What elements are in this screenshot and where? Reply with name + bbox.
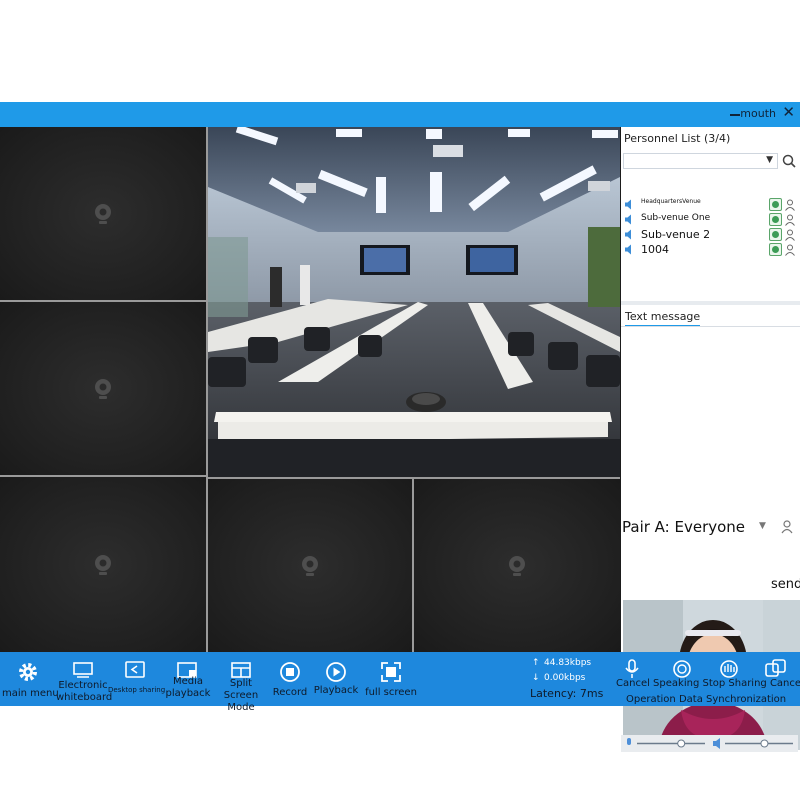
record-label: Record (272, 687, 308, 698)
video-tile-empty[interactable] (0, 477, 206, 652)
user-icon (781, 520, 793, 534)
stop-sharing-icon[interactable] (672, 659, 692, 679)
webcam-icon (95, 554, 111, 575)
window-title: mouth (740, 107, 776, 120)
personnel-name: Sub-venue 2 (641, 228, 711, 241)
download-arrow: ↓ (532, 673, 540, 683)
split-screen-label: Split Screen Mode (223, 678, 259, 713)
speaker-icon (625, 214, 631, 225)
title-bar: mouth ✕ (0, 102, 800, 127)
microphone-icon[interactable] (624, 659, 640, 679)
operation-sync-label[interactable]: Operation Data Synchronization (626, 694, 786, 705)
speaker-icon (625, 199, 631, 210)
personnel-row[interactable]: HeadquartersVenue (623, 198, 798, 212)
microphone-icon (627, 738, 631, 745)
personnel-name: 1004 (641, 243, 669, 256)
video-tile-empty[interactable] (0, 127, 206, 300)
bottom-toolbar: main menu Electronic whiteboard Desktop … (0, 652, 800, 713)
meeting-room-image (208, 127, 620, 477)
media-playback-button[interactable]: Media playback (163, 652, 213, 706)
play-icon (326, 662, 346, 682)
speaker-volume-slider[interactable] (760, 739, 769, 748)
speaker-icon (625, 244, 631, 255)
message-input[interactable] (621, 541, 800, 575)
latency-readout: Latency: 7ms (530, 687, 604, 700)
full-screen-label: full screen (365, 687, 417, 698)
playback-button[interactable]: Playback (313, 652, 359, 706)
side-panel: Personnel List (3/4) ▼ HeadquartersVenue… (621, 127, 800, 752)
record-icon (280, 662, 300, 682)
upload-arrow: ↑ (532, 658, 540, 668)
full-screen-icon (381, 662, 401, 682)
record-button[interactable]: Record (268, 652, 312, 706)
recipient-value: Pair A: Everyone (622, 518, 746, 536)
tab-text-message[interactable]: Text message (625, 310, 701, 327)
tab-divider (621, 326, 800, 327)
personnel-filter-select[interactable]: ▼ (623, 153, 778, 169)
full-screen-button[interactable]: full screen (364, 652, 418, 706)
user-icon (785, 229, 795, 241)
video-tile-empty[interactable] (208, 479, 412, 652)
personnel-row[interactable]: Sub-venue 2 (623, 228, 798, 242)
camera-status-icon[interactable] (769, 213, 782, 226)
webcam-icon (95, 378, 111, 399)
video-tile-empty[interactable] (414, 479, 620, 652)
whiteboard-label: Electronic whiteboard (56, 680, 113, 703)
whiteboard-icon (73, 662, 93, 678)
personnel-name: HeadquartersVenue (641, 198, 701, 205)
main-menu-button[interactable]: main menu (2, 652, 59, 706)
user-icon (785, 214, 795, 226)
speaker-icon (713, 738, 720, 749)
video-tile-empty[interactable] (0, 302, 206, 475)
send-button[interactable]: send (771, 577, 800, 592)
webcam-icon (509, 555, 525, 576)
message-log (621, 328, 800, 516)
main-menu-label: main menu (2, 688, 59, 699)
user-icon (785, 244, 795, 256)
media-playback-label: Media playback (165, 676, 211, 699)
sync-icon[interactable] (764, 659, 788, 679)
close-button[interactable]: ✕ (782, 105, 795, 120)
whiteboard-button[interactable]: Electronic whiteboard (56, 652, 113, 706)
audio-controls (621, 735, 798, 752)
camera-status-icon[interactable] (769, 228, 782, 241)
chevron-down-icon: ▼ (766, 155, 773, 165)
camera-status-icon[interactable] (769, 198, 782, 211)
recipient-select[interactable]: Pair A: Everyone ▼ (621, 517, 800, 539)
hand-icon[interactable] (718, 659, 740, 679)
main-video-feed[interactable] (208, 127, 620, 477)
search-icon[interactable] (781, 153, 797, 169)
desktop-sharing-label: Desktop sharing (108, 686, 166, 694)
speaking-sharing-actions[interactable]: Cancel Speaking Stop Sharing Cancel (616, 678, 800, 689)
video-grid (0, 127, 620, 652)
split-screen-button[interactable]: Split Screen Mode (214, 652, 268, 713)
chevron-down-icon: ▼ (759, 521, 766, 531)
user-icon (785, 199, 795, 211)
camera-status-icon[interactable] (769, 243, 782, 256)
upload-rate: 44.83kbps (544, 658, 592, 668)
mic-volume-slider[interactable] (677, 739, 686, 748)
speaker-icon (625, 229, 631, 240)
personnel-name: Sub-venue One (641, 213, 711, 223)
personnel-list-heading: Personnel List (3/4) (624, 132, 731, 145)
split-screen-icon (231, 662, 251, 678)
audio-sliders (627, 738, 793, 749)
gear-icon (19, 663, 37, 681)
share-screen-icon (125, 661, 145, 678)
personnel-row[interactable]: 1004 (623, 243, 798, 257)
conference-window: mouth ✕ Personnel List (3/4) ▼ Headquart… (0, 102, 800, 752)
webcam-icon (95, 203, 111, 224)
download-rate: 0.00kbps (544, 673, 586, 683)
panel-splitter[interactable] (621, 301, 800, 305)
webcam-icon (302, 555, 318, 576)
playback-label: Playback (313, 685, 359, 696)
desktop-sharing-button[interactable]: Desktop sharing (108, 652, 166, 706)
personnel-row[interactable]: Sub-venue One (623, 213, 798, 227)
